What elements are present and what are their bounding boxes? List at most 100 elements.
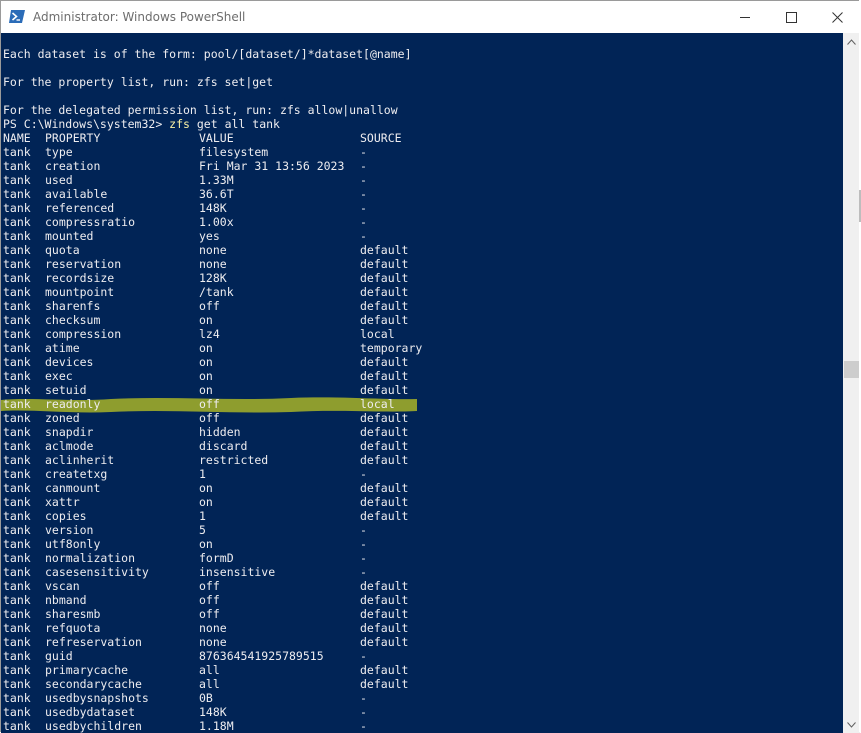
cell-value: off	[199, 299, 220, 313]
cell-value: yes	[199, 229, 220, 243]
cell-name: tank	[3, 663, 31, 677]
cell-name: tank	[3, 481, 31, 495]
cell-property: createtxg	[45, 467, 108, 481]
chevron-down-icon	[847, 721, 856, 728]
cell-source: default	[360, 481, 409, 495]
cell-name: tank	[3, 411, 31, 425]
cell-name: tank	[3, 369, 31, 383]
cell-source: temporary	[360, 341, 423, 355]
cell-name: tank	[3, 271, 31, 285]
cell-property: vscan	[45, 579, 80, 593]
cell-property: used	[45, 173, 73, 187]
cell-property: setuid	[45, 383, 87, 397]
cell-value: off	[199, 607, 220, 621]
cell-property: aclmode	[45, 439, 94, 453]
cell-value: 1.33M	[199, 173, 234, 187]
cell-property: sharesmb	[45, 607, 101, 621]
cell-property: refreservation	[45, 635, 142, 649]
cell-value: 876364541925789515	[199, 649, 324, 663]
cell-property: checksum	[45, 313, 101, 327]
cell-value: /tank	[199, 285, 234, 299]
close-button[interactable]	[814, 1, 860, 33]
cell-value: hidden	[199, 425, 241, 439]
cell-property: guid	[45, 649, 73, 663]
cell-value: filesystem	[199, 145, 269, 159]
cell-property: sharenfs	[45, 299, 101, 313]
cell-source: default	[360, 509, 409, 523]
cell-source: -	[360, 705, 367, 719]
cell-property: referenced	[45, 201, 115, 215]
cell-source: -	[360, 159, 367, 173]
cell-source: default	[360, 257, 409, 271]
cell-name: tank	[3, 355, 31, 369]
cell-value: all	[199, 677, 220, 691]
title-bar[interactable]: Administrator: Windows PowerShell	[1, 1, 860, 33]
cell-source: -	[360, 719, 367, 733]
cell-source: -	[360, 173, 367, 187]
vertical-scrollbar[interactable]	[843, 33, 860, 733]
console-output[interactable]: Each dataset is of the form: pool/[datas…	[1, 33, 843, 733]
cell-source: -	[360, 691, 367, 705]
cell-source: default	[360, 593, 409, 607]
cell-name: tank	[3, 145, 31, 159]
cell-source: -	[360, 201, 367, 215]
cell-property: usedbysnapshots	[45, 691, 149, 705]
cell-property: copies	[45, 509, 87, 523]
cell-property: nbmand	[45, 593, 87, 607]
powershell-icon	[9, 10, 25, 23]
scroll-up-button[interactable]	[843, 33, 860, 50]
cell-source: default	[360, 243, 409, 257]
cell-source: default	[360, 607, 409, 621]
cell-value: off	[199, 411, 220, 425]
cell-name: tank	[3, 495, 31, 509]
cell-property: readonly	[45, 397, 101, 411]
cell-property: devices	[45, 355, 94, 369]
cell-name: NAME	[3, 131, 31, 145]
cell-property: available	[45, 187, 108, 201]
cell-name: tank	[3, 453, 31, 467]
cell-value: on	[199, 313, 213, 327]
cell-name: tank	[3, 229, 31, 243]
cell-value: none	[199, 621, 227, 635]
prompt-line: PS C:\Windows\system32> zfs get all tank	[3, 117, 280, 131]
cell-value: 0B	[199, 691, 213, 705]
cell-value: on	[199, 355, 213, 369]
prompt-command: zfs	[169, 117, 190, 131]
cell-source: default	[360, 411, 409, 425]
cell-value: 1.18M	[199, 719, 234, 733]
prompt-args: get all tank	[189, 117, 280, 131]
cell-property: compressratio	[45, 215, 136, 229]
prompt-path: PS C:\Windows\system32>	[3, 117, 170, 131]
cell-property: snapdir	[45, 425, 94, 439]
cell-source: -	[360, 523, 367, 537]
cell-property: reservation	[45, 257, 122, 271]
cell-value: off	[199, 579, 220, 593]
cell-source: -	[360, 229, 367, 243]
cell-source: default	[360, 425, 409, 439]
cell-source: -	[360, 215, 367, 229]
cell-value: lz4	[199, 327, 220, 341]
cell-property: mounted	[45, 229, 94, 243]
cell-source: default	[360, 579, 409, 593]
maximize-button[interactable]	[768, 1, 814, 33]
cell-source: default	[360, 635, 409, 649]
cell-value: on	[199, 383, 213, 397]
cell-property: mountpoint	[45, 285, 115, 299]
cell-value: 1.00x	[199, 215, 234, 229]
cell-name: tank	[3, 537, 31, 551]
scroll-down-button[interactable]	[843, 716, 860, 733]
cell-source: -	[360, 565, 367, 579]
cell-property: utf8only	[45, 537, 101, 551]
cell-property: exec	[45, 369, 73, 383]
cell-source: default	[360, 495, 409, 509]
cell-value: formD	[199, 551, 234, 565]
close-icon	[831, 11, 843, 23]
cell-name: tank	[3, 593, 31, 607]
cell-property: type	[45, 145, 73, 159]
cell-value: on	[199, 341, 213, 355]
cell-source: default	[360, 453, 409, 467]
minimize-button[interactable]	[722, 1, 768, 33]
cell-name: tank	[3, 621, 31, 635]
scrollbar-thumb[interactable]	[844, 361, 859, 378]
cell-source: default	[360, 369, 409, 383]
